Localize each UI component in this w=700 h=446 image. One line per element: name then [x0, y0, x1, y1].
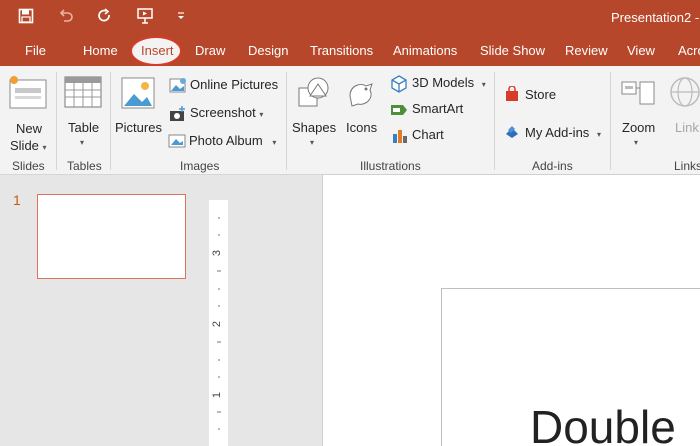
- tab-review[interactable]: Review: [565, 43, 608, 58]
- new-slide-icon: [9, 76, 47, 109]
- chevron-down-icon: ▾: [42, 143, 47, 152]
- store-icon: [506, 86, 518, 101]
- ribbon-insert: New Slide ▾ Slides Table ▾ Tables Pictur…: [0, 66, 700, 175]
- photo-album-label: Photo Album: [189, 133, 263, 148]
- slide-thumbnail[interactable]: [37, 194, 186, 279]
- pictures-icon: [121, 77, 155, 109]
- group-separator: [286, 72, 287, 170]
- icons-button[interactable]: Icons: [340, 70, 382, 154]
- chevron-down-icon: ▾: [80, 138, 85, 147]
- table-icon: [64, 76, 102, 108]
- tab-view[interactable]: View: [627, 43, 655, 58]
- photo-album-icon: [168, 134, 186, 148]
- save-icon[interactable]: [14, 5, 38, 27]
- document-title: Presentation2 -: [611, 10, 700, 25]
- store-label: Store: [525, 87, 557, 102]
- link-icon: [670, 77, 700, 107]
- link-button[interactable]: Link: [664, 70, 700, 154]
- new-slide-button[interactable]: New Slide ▾: [4, 70, 52, 154]
- shapes-button[interactable]: Shapes ▾: [290, 70, 336, 154]
- group-label-images: Images: [180, 159, 220, 173]
- tab-animations[interactable]: Animations: [393, 43, 457, 58]
- group-label-slides: Slides: [12, 159, 45, 173]
- store-button[interactable]: Store: [504, 84, 584, 104]
- pictures-button[interactable]: Pictures: [114, 70, 162, 154]
- addins-icon: [506, 126, 518, 138]
- chevron-down-icon: ▾: [259, 110, 264, 119]
- group-label-links: Links: [674, 159, 700, 173]
- chart-icon: [393, 130, 407, 143]
- chart-label: Chart: [412, 127, 444, 142]
- table-button[interactable]: Table ▾: [60, 70, 106, 154]
- my-addins-button[interactable]: My Add-ins ▾: [504, 122, 604, 142]
- group-label-illustrations: Illustrations: [360, 159, 421, 173]
- tab-acrobat[interactable]: Acro: [678, 43, 700, 58]
- tab-design[interactable]: Design: [248, 43, 288, 58]
- chevron-down-icon: ▾: [481, 80, 486, 89]
- cube-icon: [391, 75, 407, 93]
- photo-album-button[interactable]: Photo Album ▾: [168, 132, 280, 152]
- slide-number: 1: [13, 192, 21, 208]
- ruler-number: 3: [211, 249, 224, 257]
- online-pictures-icon: [169, 78, 186, 93]
- table-label: Table: [68, 120, 100, 135]
- screenshot-icon: [170, 106, 185, 121]
- online-pictures-label: Online Pictures: [190, 77, 279, 92]
- shapes-label: Shapes: [292, 120, 337, 135]
- title-bar: Presentation2 -: [0, 0, 700, 36]
- powerpoint-window: Presentation2 - File Home Draw Design Tr…: [0, 0, 700, 446]
- ruler-number: 2: [211, 320, 224, 328]
- smartart-icon: [391, 105, 407, 115]
- group-separator: [494, 72, 495, 170]
- group-separator: [110, 72, 111, 170]
- tab-file[interactable]: File: [25, 43, 46, 58]
- ribbon-tabs: File Home Draw Design Transitions Animat…: [0, 36, 700, 66]
- smartart-button[interactable]: SmartArt: [390, 100, 490, 120]
- link-label: Link: [675, 120, 699, 135]
- customize-qat-icon[interactable]: [171, 5, 191, 27]
- screenshot-label: Screenshot: [190, 105, 256, 120]
- zoom-icon: [621, 81, 655, 105]
- undo-icon[interactable]: [54, 5, 78, 27]
- slide-title-text[interactable]: Double: [530, 400, 676, 446]
- ruler-number: 1: [211, 391, 224, 399]
- zoom-button[interactable]: Zoom ▾: [614, 70, 662, 154]
- tab-transitions[interactable]: Transitions: [310, 43, 373, 58]
- icons-label: Icons: [346, 120, 378, 135]
- tab-draw[interactable]: Draw: [195, 43, 225, 58]
- zoom-label: Zoom: [622, 120, 656, 135]
- my-addins-label: My Add-ins: [525, 125, 590, 140]
- tab-slide-show[interactable]: Slide Show: [480, 43, 545, 58]
- chart-button[interactable]: Chart: [390, 126, 490, 146]
- shapes-icon: [298, 77, 329, 107]
- new-slide-label-1: New: [16, 121, 43, 136]
- online-pictures-button[interactable]: Online Pictures: [168, 76, 280, 96]
- chevron-down-icon: ▾: [634, 138, 639, 147]
- group-label-tables: Tables: [67, 159, 102, 173]
- tab-home[interactable]: Home: [83, 43, 118, 58]
- group-label-addins: Add-ins: [532, 159, 573, 173]
- chevron-down-icon: ▾: [310, 138, 315, 147]
- chevron-down-icon: ▾: [596, 130, 601, 139]
- vertical-ruler: 3 2 1: [209, 200, 228, 446]
- new-slide-label-2: Slide: [10, 138, 39, 153]
- tab-insert[interactable]: Insert: [141, 43, 174, 58]
- pictures-label: Pictures: [115, 120, 162, 135]
- present-from-beginning-icon[interactable]: [133, 5, 157, 27]
- 3d-models-button[interactable]: 3D Models ▾: [390, 74, 490, 94]
- chevron-down-icon: ▾: [272, 138, 277, 147]
- screenshot-button[interactable]: Screenshot ▾: [168, 104, 280, 124]
- redo-icon[interactable]: [93, 5, 117, 27]
- icons-gallery-icon: [349, 83, 373, 107]
- group-separator: [56, 72, 57, 170]
- smartart-label: SmartArt: [412, 101, 464, 116]
- 3d-models-label: 3D Models: [412, 75, 475, 90]
- group-separator: [610, 72, 611, 170]
